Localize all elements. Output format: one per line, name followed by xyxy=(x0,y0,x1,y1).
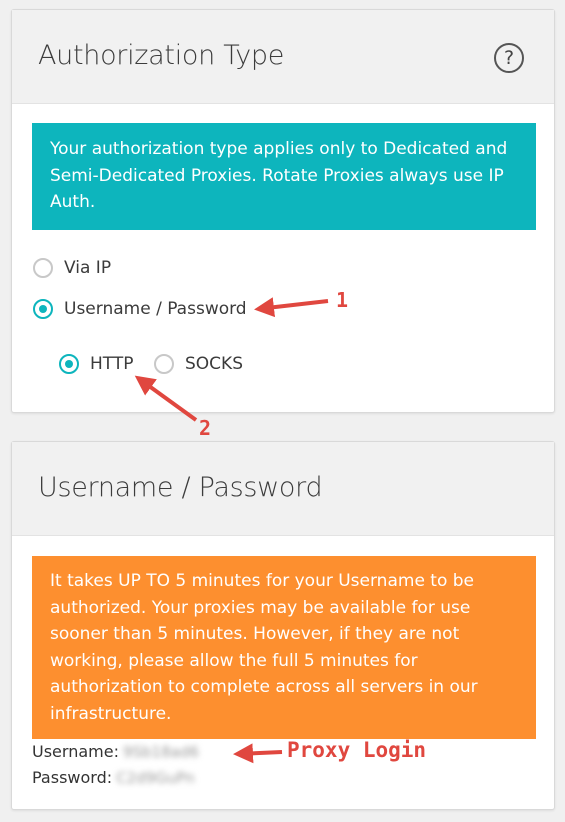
username-value: 9Sb18ad6 xyxy=(122,742,199,761)
authorization-info-notice: Your authorization type applies only to … xyxy=(32,123,536,230)
radio-circle-icon[interactable] xyxy=(154,354,174,374)
radio-socks[interactable]: SOCKS xyxy=(154,354,243,374)
radio-http[interactable]: HTTP xyxy=(59,354,134,374)
radio-checked-icon[interactable] xyxy=(33,299,53,319)
radio-socks-label: SOCKS xyxy=(185,354,243,374)
username-label: Username: xyxy=(32,742,119,761)
password-row: Password: C2d9GuPn xyxy=(32,768,195,787)
radio-via-ip-label: Via IP xyxy=(64,258,112,278)
credentials-header: Username / Password xyxy=(12,442,554,536)
authorization-type-header: Authorization Type ? xyxy=(12,10,554,104)
radio-username-password-label: Username / Password xyxy=(64,299,247,319)
authorization-delay-notice: It takes UP TO 5 minutes for your Userna… xyxy=(32,556,536,739)
question-circle-icon[interactable]: ? xyxy=(494,43,524,73)
radio-username-password[interactable]: Username / Password xyxy=(33,299,247,319)
radio-circle-icon[interactable] xyxy=(33,258,53,278)
radio-checked-icon[interactable] xyxy=(59,354,79,374)
authorization-type-title: Authorization Type xyxy=(38,40,285,71)
annotation-marker-2: 2 xyxy=(199,416,212,440)
radio-http-label: HTTP xyxy=(90,354,134,374)
radio-via-ip[interactable]: Via IP xyxy=(33,258,111,278)
credentials-card: Username / Password It takes UP TO 5 min… xyxy=(11,441,555,810)
authorization-type-card: Authorization Type ? Your authorization … xyxy=(11,9,555,413)
password-label: Password: xyxy=(32,768,113,787)
credentials-title: Username / Password xyxy=(38,472,323,503)
annotation-proxy-login: Proxy Login xyxy=(287,738,427,762)
password-value: C2d9GuPn xyxy=(116,768,195,787)
annotation-marker-1: 1 xyxy=(336,288,349,312)
username-row: Username: 9Sb18ad6 xyxy=(32,742,199,761)
